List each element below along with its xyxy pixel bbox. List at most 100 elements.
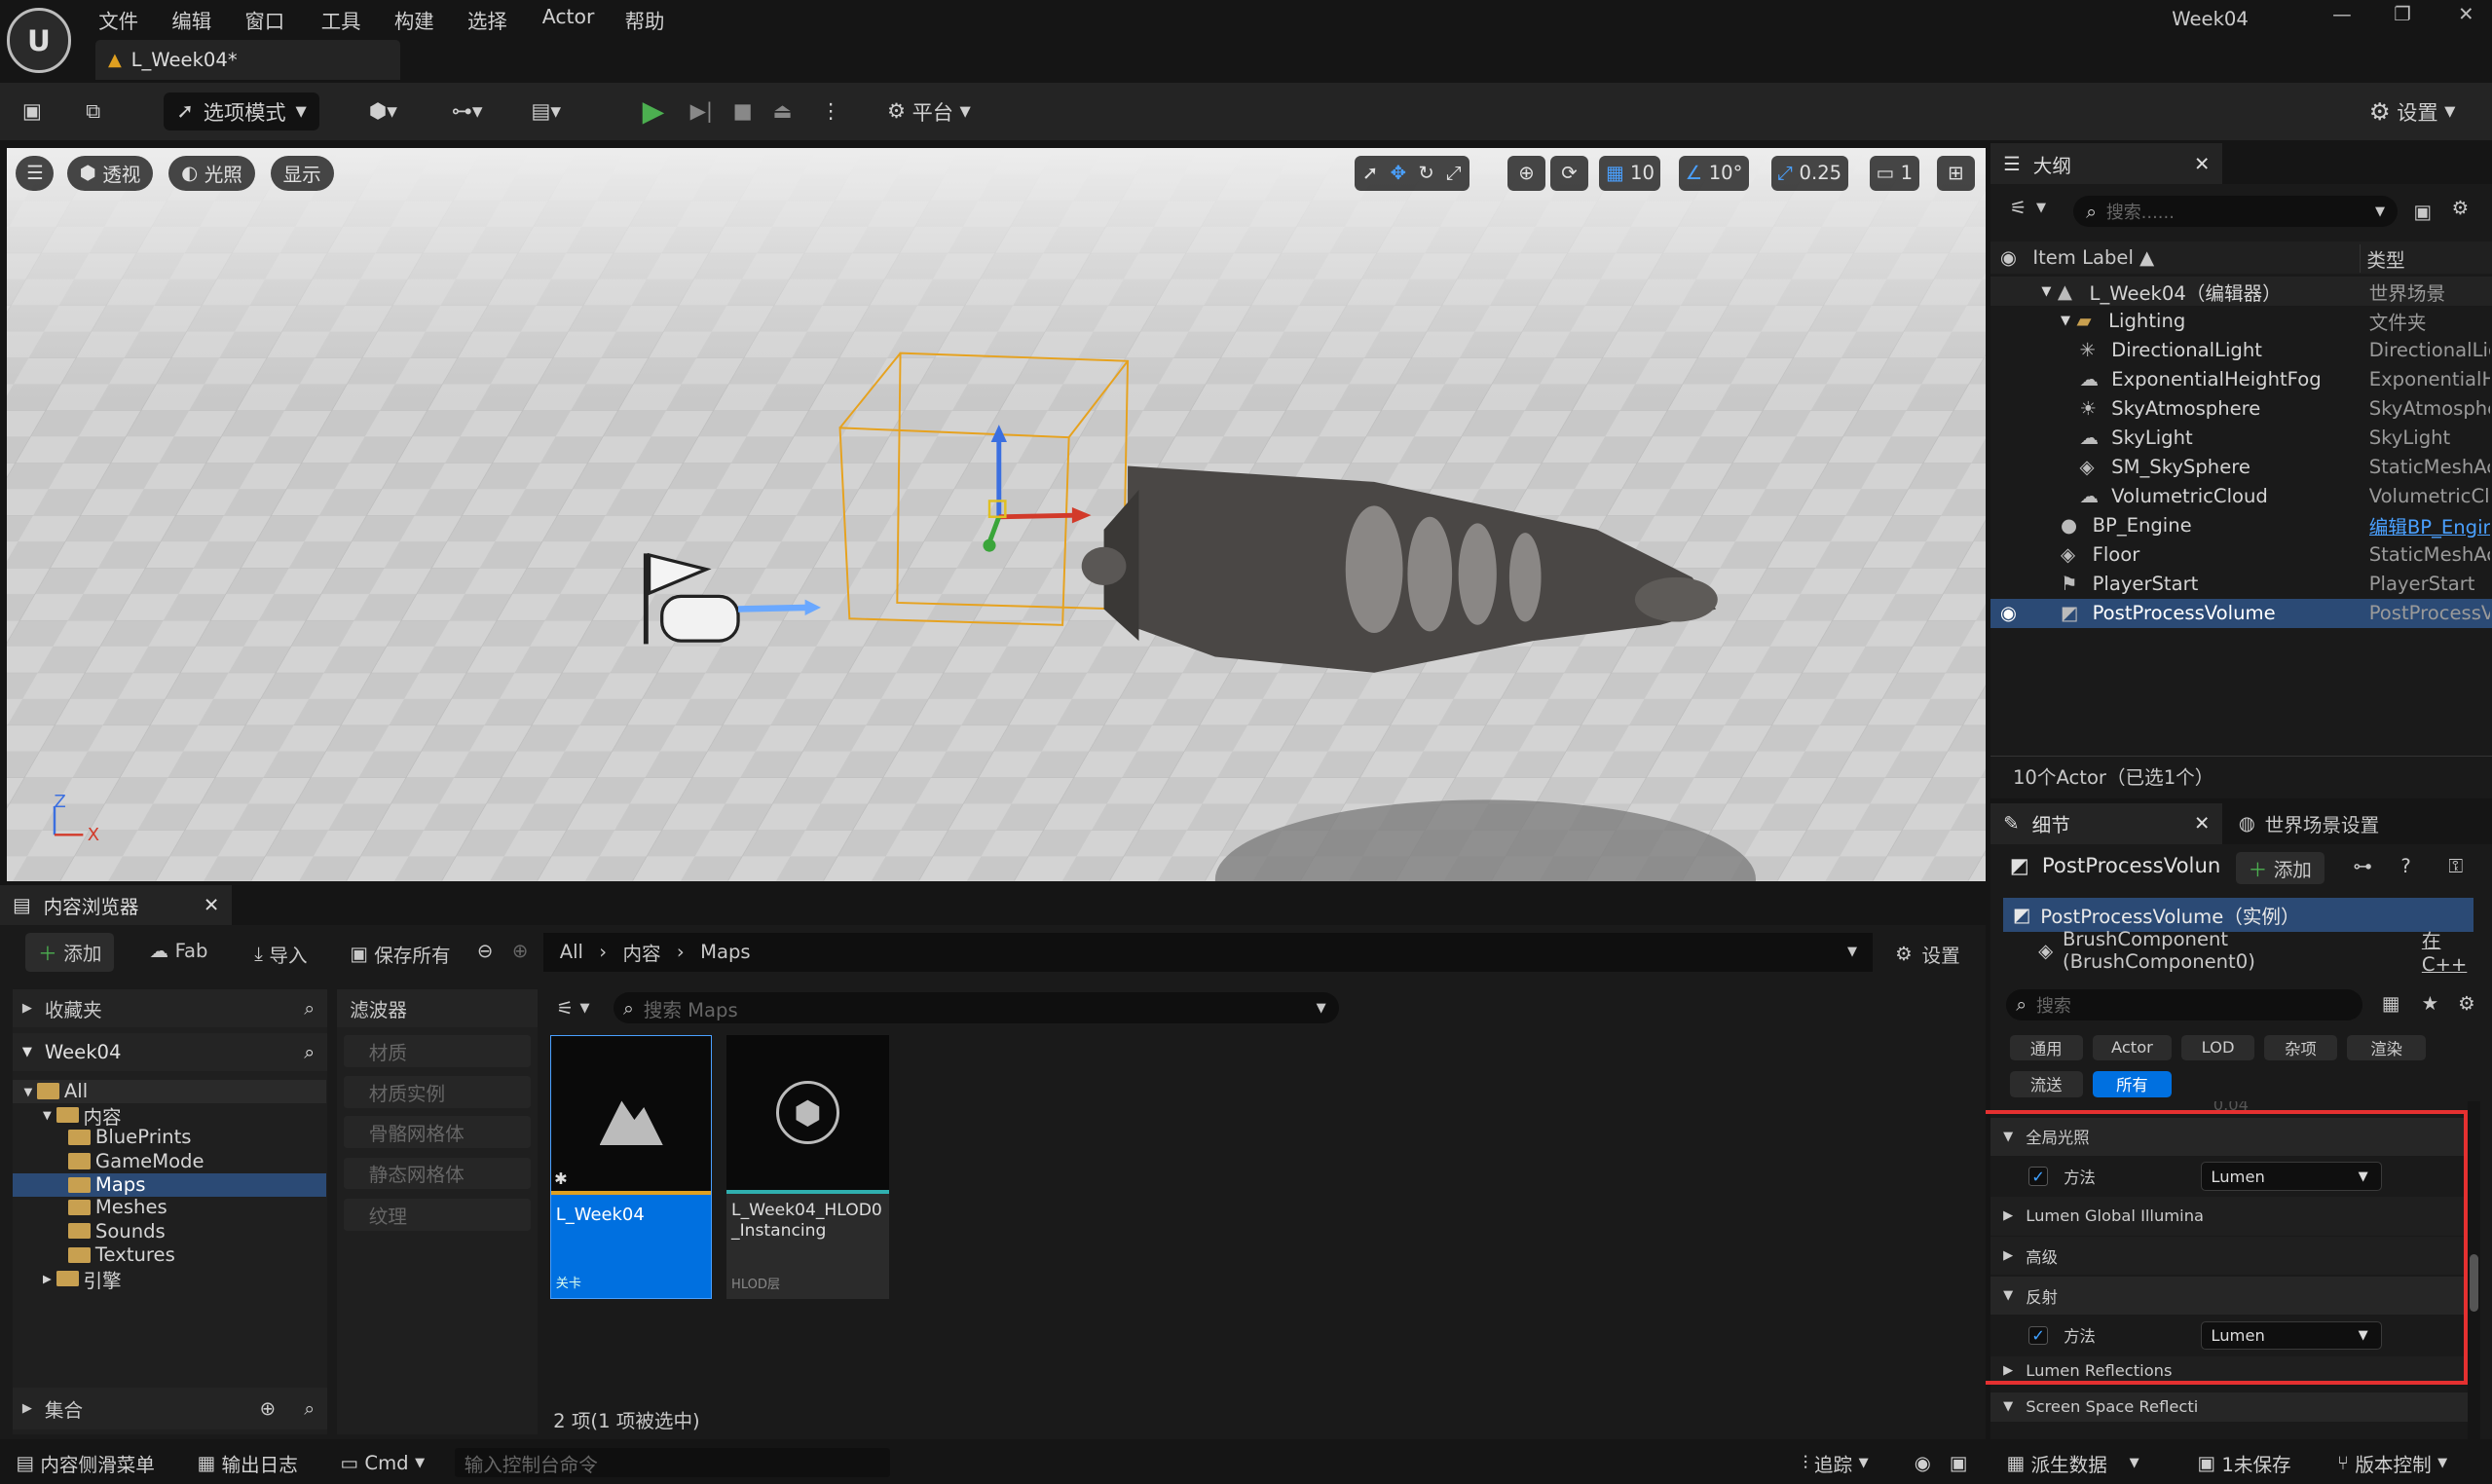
eject-icon[interactable]: ⏏: [772, 93, 792, 130]
outliner-row[interactable]: ☁ SkyLight SkyLight: [1990, 423, 2492, 452]
filter-actor[interactable]: Actor: [2092, 1034, 2173, 1060]
folder-row[interactable]: GameMode: [13, 1149, 326, 1172]
folder-row[interactable]: ▼ All: [13, 1079, 326, 1103]
scale-icon[interactable]: ⤢: [1446, 162, 1462, 184]
screenshot-icon[interactable]: ▣: [1950, 1448, 1968, 1476]
rotate-icon[interactable]: ↻: [1418, 162, 1433, 184]
menu-build[interactable]: 构建: [394, 5, 434, 34]
close-icon[interactable]: ✕: [2194, 153, 2210, 175]
filter-material[interactable]: 材质: [343, 1034, 532, 1067]
cpp-link[interactable]: 在C++: [2422, 925, 2483, 976]
restore-icon[interactable]: ❐: [2385, 3, 2420, 31]
filter-misc[interactable]: 杂项: [2263, 1034, 2338, 1060]
scale-snap-toggle[interactable]: ⤢ 0.25: [1770, 155, 1848, 191]
unsaved-button[interactable]: ▣ 1未保存: [2197, 1448, 2290, 1476]
step-icon[interactable]: ▶|: [690, 93, 713, 130]
rotation-snap-toggle[interactable]: ∠ 10°: [1679, 155, 1749, 191]
platform-button[interactable]: ⚙ 平台 ▼: [887, 93, 971, 130]
content-drawer-button[interactable]: ▤ 内容侧滑菜单: [16, 1448, 155, 1476]
settings-button[interactable]: ⚙ 设置 ▼: [2369, 93, 2456, 130]
fab-button[interactable]: ☁ Fab: [149, 940, 207, 962]
asset-search-input[interactable]: ⌕ 搜索 Maps ▼: [614, 991, 1339, 1024]
new-folder-icon[interactable]: ▣: [2413, 201, 2432, 223]
level-tab[interactable]: ▲ L_Week04*: [94, 39, 401, 80]
details-tab[interactable]: ✎ 细节 ✕: [1990, 802, 2223, 844]
outliner-row[interactable]: ☁ VolumetricCloud VolumetricClo: [1990, 481, 2492, 510]
outliner-row[interactable]: ✳ DirectionalLight DirectionalLig: [1990, 335, 2492, 364]
lit-button[interactable]: ◐ 光照: [168, 155, 255, 191]
outliner-row[interactable]: ▼ ▰ Lighting 文件夹: [1990, 306, 2492, 335]
folder-row[interactable]: Textures: [13, 1243, 326, 1267]
move-icon[interactable]: ✥: [1391, 162, 1406, 184]
col-item-label[interactable]: Item Label ▲: [2032, 246, 2154, 269]
browse-icon[interactable]: ⧉: [86, 93, 100, 130]
menu-select[interactable]: 选择: [467, 5, 507, 34]
folder-row[interactable]: ▶ 引擎: [13, 1267, 326, 1292]
add-component-button[interactable]: ＋添加: [2235, 852, 2325, 884]
gear-icon[interactable]: ⚙: [2452, 197, 2470, 219]
asset-tile-l-week04[interactable]: ✱ L_Week04 关卡: [549, 1034, 713, 1299]
outliner-row[interactable]: ⚑ PlayerStart PlayerStart: [1990, 570, 2492, 599]
collections-header[interactable]: ▶ 集合 ⊕ ⌕: [13, 1388, 328, 1429]
details-scrollbar[interactable]: [2467, 1101, 2480, 1439]
outliner-row[interactable]: ☀ SkyAtmosphere SkyAtmosphe: [1990, 393, 2492, 423]
filter-static-mesh[interactable]: 静态网格体: [343, 1157, 532, 1190]
cb-settings-button[interactable]: ⚙ 设置: [1895, 940, 1960, 968]
project-header[interactable]: ▼ Week04 ⌕: [13, 1033, 328, 1072]
col-type[interactable]: 类型: [2359, 244, 2405, 274]
menu-actor[interactable]: Actor: [542, 5, 595, 28]
save-all-button[interactable]: ▣ 保存所有: [350, 940, 450, 968]
unreal-logo-icon[interactable]: U: [6, 8, 72, 74]
viewport-menu-icon[interactable]: ☰: [16, 155, 55, 191]
filter-button[interactable]: ⚟ ▼: [2010, 197, 2046, 219]
filter-material-instance[interactable]: 材质实例: [343, 1076, 532, 1108]
outliner-tab[interactable]: ☰ 大纲 ✕: [1990, 142, 2223, 185]
content-browser-tab[interactable]: ▤ 内容浏览器 ✕: [0, 885, 233, 926]
world-settings-tab[interactable]: ◍ 世界场景设置: [2222, 809, 2379, 837]
folder-row[interactable]: Maps: [13, 1172, 326, 1197]
search-icon[interactable]: ⌕: [304, 1397, 315, 1420]
path-all[interactable]: All: [560, 941, 583, 963]
gear-icon[interactable]: ⚙: [2458, 992, 2475, 1015]
output-log-button[interactable]: ▦ 输出日志: [197, 1448, 297, 1476]
back-icon[interactable]: ⊖: [477, 940, 493, 962]
filter-streaming[interactable]: 流送: [2009, 1071, 2083, 1097]
folder-row[interactable]: BluePrints: [13, 1126, 326, 1149]
details-search-input[interactable]: ⌕ 搜索: [2006, 988, 2363, 1021]
cb-add-button[interactable]: ＋ 添加: [25, 933, 115, 972]
menu-edit[interactable]: 编辑: [171, 5, 211, 34]
perspective-button[interactable]: ⬢ 透视: [66, 155, 154, 191]
layout-icon[interactable]: ⊞: [1936, 155, 1975, 191]
add-actor-icon[interactable]: ⬢▾: [369, 93, 397, 130]
asset-filter-button[interactable]: ⚟ ▼: [556, 997, 589, 1020]
folder-row[interactable]: Meshes: [13, 1196, 326, 1219]
level-viewport[interactable]: Z X ☰ ⬢ 透视 ◐ 光照 显示 ➚ ✥ ↻ ⤢ ⊕ ⟳ ▦ 10 ∠ 10° ⤢ 0.25…: [6, 147, 1987, 881]
outliner-row[interactable]: ◉ ◩ PostProcessVolume PostProcessV: [1990, 598, 2492, 628]
filter-skeletal-mesh[interactable]: 骨骼网格体: [343, 1116, 532, 1148]
cinematics-icon[interactable]: ▤▾: [531, 93, 561, 130]
close-icon[interactable]: ✕: [2448, 3, 2483, 31]
blueprint-icon[interactable]: ⊶: [2353, 855, 2372, 877]
search-icon[interactable]: ⌕: [304, 997, 315, 1020]
forward-icon[interactable]: ⊕: [512, 940, 528, 962]
import-button[interactable]: ⤓ 导入: [254, 940, 307, 968]
actor-name[interactable]: PostProcessVolun: [2042, 854, 2230, 878]
star-icon[interactable]: ★: [2422, 992, 2439, 1015]
source-control-button[interactable]: ⑂ 版本控制 ▼: [2337, 1448, 2447, 1476]
menu-file[interactable]: 文件: [98, 5, 138, 34]
outliner-row[interactable]: ☁ ExponentialHeightFog ExponentialHe: [1990, 364, 2492, 393]
mode-selector[interactable]: ➚ 选项模式 ▼: [164, 92, 319, 130]
filter-all[interactable]: 所有: [2092, 1071, 2173, 1097]
filter-lod[interactable]: LOD: [2181, 1034, 2255, 1060]
surface-snap-icon[interactable]: ⟳: [1549, 155, 1589, 191]
outliner-row[interactable]: ◈ SM_SkySphere StaticMeshAc: [1990, 452, 2492, 481]
record-icon[interactable]: ◉: [1915, 1448, 1931, 1476]
folder-row[interactable]: Sounds: [13, 1219, 326, 1243]
section-ssr[interactable]: ▼ Screen Space Reflecti: [1990, 1392, 2468, 1422]
select-icon[interactable]: ➚: [1362, 162, 1378, 184]
asset-tile-hlod[interactable]: ⬢ L_Week04_HLOD0_Instancing HLOD层: [726, 1034, 889, 1299]
filter-rendering[interactable]: 渲染: [2346, 1034, 2427, 1060]
cmd-dropdown[interactable]: ▭ Cmd ▼: [340, 1448, 425, 1476]
menu-tools[interactable]: 工具: [321, 5, 361, 34]
instance-row[interactable]: ◩ PostProcessVolume（实例）: [2003, 898, 2474, 932]
